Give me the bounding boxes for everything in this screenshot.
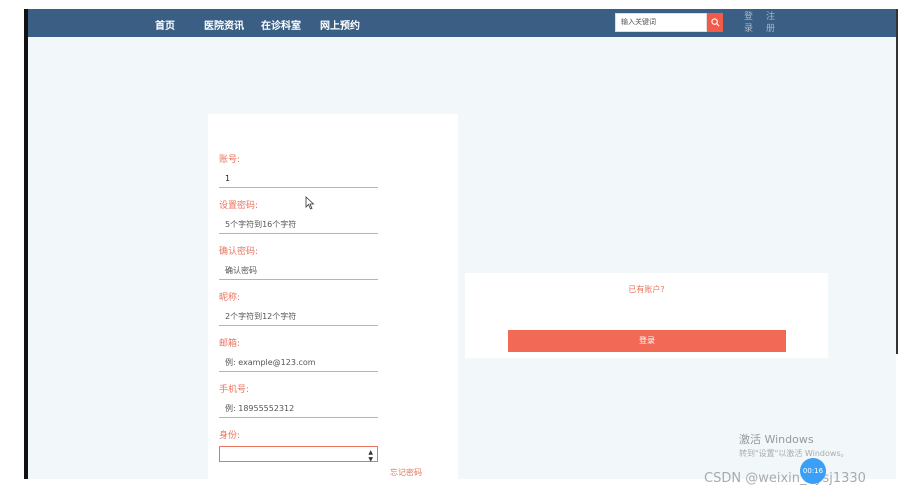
account-input[interactable] bbox=[219, 170, 378, 188]
registration-card: 账号: 设置密码: 确认密码: 昵称: 邮箱: 手机号: 身份: ▲▼ 忘记密码 bbox=[208, 114, 458, 479]
login-button[interactable]: 登录 bbox=[508, 330, 786, 352]
right-edge-stripe bbox=[896, 9, 898, 354]
windows-activation-watermark: 激活 Windows 转到"设置"以激活 Windows。 bbox=[739, 433, 849, 461]
email-label: 邮箱: bbox=[219, 339, 241, 349]
top-navbar: 首页 医院资讯 在诊科室 网上预约 输入关键词 登录 注册 bbox=[28, 9, 896, 37]
email-input[interactable] bbox=[219, 354, 378, 372]
account-label: 账号: bbox=[219, 155, 241, 165]
password-label: 设置密码: bbox=[219, 201, 259, 211]
search-button[interactable] bbox=[707, 13, 723, 32]
nav-home[interactable]: 首页 bbox=[155, 17, 175, 32]
main-content: 账号: 设置密码: 确认密码: 昵称: 邮箱: 手机号: 身份: ▲▼ 忘记密码… bbox=[28, 37, 896, 479]
phone-input[interactable] bbox=[219, 400, 378, 418]
phone-label: 手机号: bbox=[219, 385, 250, 395]
select-arrows-icon: ▲ ▼ bbox=[368, 449, 373, 463]
windows-activation-title: 激活 Windows bbox=[739, 433, 814, 446]
role-label: 身份: bbox=[219, 431, 241, 441]
have-account-prompt: 已有账户? bbox=[628, 285, 665, 294]
role-select[interactable]: ▲ ▼ bbox=[219, 446, 378, 463]
nav-departments[interactable]: 在诊科室 bbox=[261, 17, 301, 32]
windows-activation-subtitle: 转到"设置"以激活 Windows。 bbox=[739, 449, 849, 458]
nickname-input[interactable] bbox=[219, 308, 378, 326]
timer-badge: 00:16 bbox=[800, 458, 826, 484]
confirm-password-input[interactable] bbox=[219, 262, 378, 280]
confirm-password-label: 确认密码: bbox=[219, 247, 259, 257]
forgot-password-link[interactable]: 忘记密码 bbox=[390, 467, 422, 478]
login-link[interactable]: 登录 bbox=[744, 11, 756, 35]
register-link[interactable]: 注册 bbox=[766, 11, 778, 35]
nav-online-booking[interactable]: 网上预约 bbox=[320, 17, 360, 32]
right-window-edge bbox=[896, 9, 904, 354]
search-icon bbox=[710, 18, 719, 27]
csdn-watermark: CSDN @weixin_bysj1330 bbox=[704, 471, 866, 486]
search-input[interactable]: 输入关键词 bbox=[615, 13, 707, 32]
left-window-edge bbox=[0, 0, 28, 495]
mouse-pointer-icon bbox=[305, 196, 315, 210]
password-input[interactable] bbox=[219, 216, 378, 234]
login-card: 已有账户? 登录 bbox=[465, 273, 828, 358]
nav-hospital-news[interactable]: 医院资讯 bbox=[204, 17, 244, 32]
nickname-label: 昵称: bbox=[219, 293, 241, 303]
